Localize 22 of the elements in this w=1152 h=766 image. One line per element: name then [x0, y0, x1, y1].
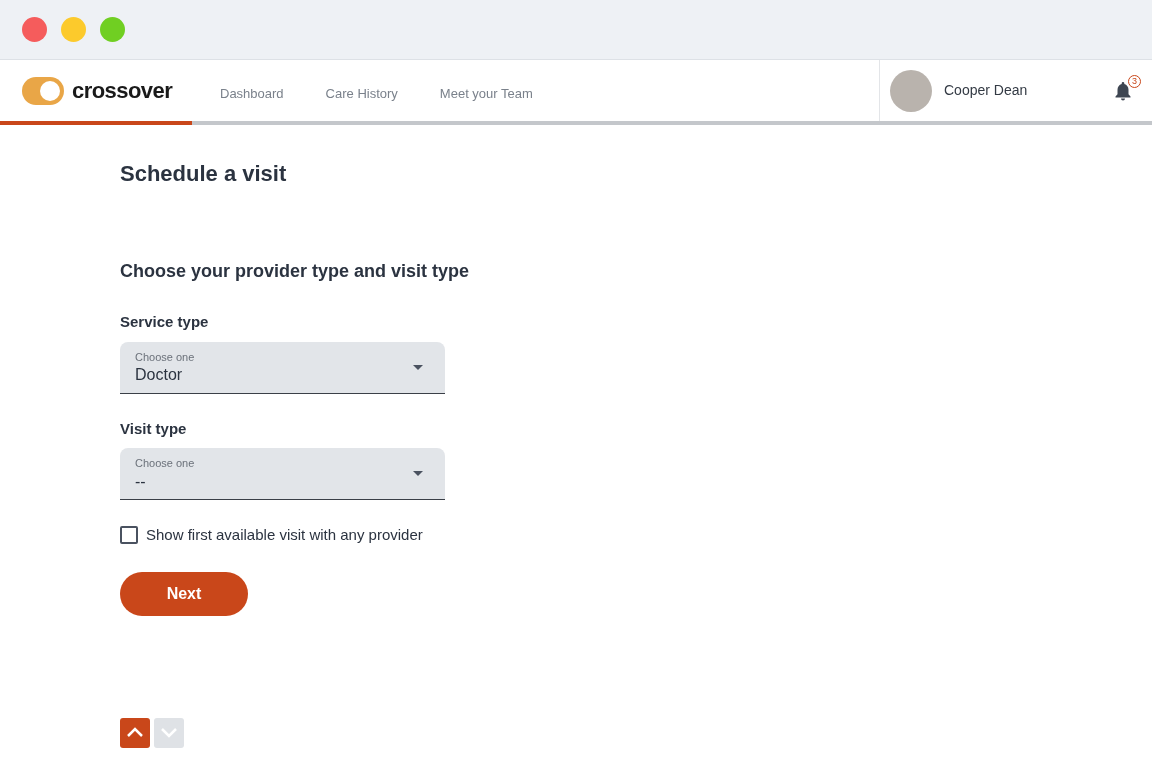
nav-link[interactable]: Dashboard [220, 83, 284, 104]
chevron-up-icon [126, 726, 144, 739]
toggle-logo-icon [22, 76, 64, 105]
dropdown-caret-icon [413, 471, 423, 476]
user-name[interactable]: Cooper Dean [944, 80, 1028, 101]
field-label: Service type [120, 312, 210, 332]
brand-name: crossover [72, 77, 173, 105]
dropdown-caret-icon [413, 364, 423, 370]
checkbox[interactable] [120, 526, 138, 545]
bell-icon[interactable] [1114, 80, 1132, 101]
checkbox-label[interactable]: Show first available visit with any provider [146, 524, 423, 547]
next-button[interactable]: Next [120, 571, 248, 616]
select-field[interactable]: Choose one Doctor [120, 341, 445, 394]
scroll-up-button[interactable] [120, 717, 150, 748]
avatar[interactable] [890, 69, 932, 112]
nav-link[interactable]: Meet your Team [439, 83, 533, 104]
field-label: Visit type [120, 418, 188, 439]
nav-link[interactable]: Care History [325, 83, 398, 104]
page-title: Schedule a visit [120, 160, 288, 188]
chevron-down-icon [160, 726, 178, 739]
select-field[interactable]: Choose one -- [120, 448, 445, 500]
section-title: Choose your provider type and visit type [120, 260, 471, 283]
